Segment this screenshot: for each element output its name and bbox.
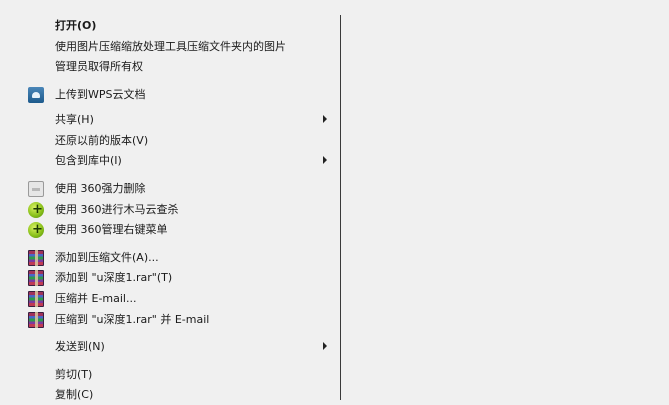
wps-cloud-icon <box>28 87 44 103</box>
menu-item-add-to-rar[interactable]: 添加到 "u深度1.rar"(T) <box>0 268 338 288</box>
menu-item-label: 添加到 "u深度1.rar"(T) <box>55 271 173 284</box>
menu-item-label: 共享(H) <box>55 113 94 126</box>
menu-item-compress-images[interactable]: 使用图片压缩缩放处理工具压缩文件夹内的图片 <box>0 37 338 57</box>
360-security-icon <box>28 202 44 218</box>
menu-item-label: 压缩并 E-mail... <box>55 292 137 305</box>
context-menu: 打开(O) 使用图片压缩缩放处理工具压缩文件夹内的图片 管理员取得所有权 上传到… <box>0 0 340 401</box>
menu-item-compress-email[interactable]: 压缩并 E-mail... <box>0 289 338 309</box>
winrar-icon <box>28 312 44 328</box>
menu-item-label: 剪切(T) <box>55 368 93 381</box>
menu-item-include-library[interactable]: 包含到库中(I) <box>0 151 338 171</box>
menu-item-open[interactable]: 打开(O) <box>0 16 338 36</box>
menu-item-restore-versions[interactable]: 还原以前的版本(V) <box>0 131 338 151</box>
menu-item-label: 压缩到 "u深度1.rar" 并 E-mail <box>55 313 210 326</box>
menu-item-label: 使用 360管理右键菜单 <box>55 223 168 236</box>
menu-item-label: 使用图片压缩缩放处理工具压缩文件夹内的图片 <box>55 40 286 53</box>
menu-divider <box>340 15 341 400</box>
menu-item-add-to-archive[interactable]: 添加到压缩文件(A)... <box>0 248 338 268</box>
menu-item-label: 管理员取得所有权 <box>55 60 143 73</box>
winrar-icon <box>28 250 44 266</box>
menu-item-label: 发送到(N) <box>55 340 105 353</box>
submenu-arrow-icon <box>323 115 327 123</box>
menu-item-compress-rar-email[interactable]: 压缩到 "u深度1.rar" 并 E-mail <box>0 310 338 330</box>
menu-item-label: 上传到WPS云文档 <box>55 88 146 101</box>
menu-item-label: 包含到库中(I) <box>55 154 122 167</box>
menu-item-360-force-delete[interactable]: 使用 360强力删除 <box>0 179 338 199</box>
submenu-arrow-icon <box>323 156 327 164</box>
winrar-icon <box>28 270 44 286</box>
menu-item-cut[interactable]: 剪切(T) <box>0 365 338 385</box>
submenu-arrow-icon <box>323 342 327 350</box>
menu-item-label: 打开(O) <box>55 19 97 32</box>
menu-item-send-to[interactable]: 发送到(N) <box>0 337 338 357</box>
menu-item-360-trojan-scan[interactable]: 使用 360进行木马云查杀 <box>0 200 338 220</box>
menu-item-label: 使用 360进行木马云查杀 <box>55 203 179 216</box>
shredder-icon <box>28 181 44 197</box>
menu-item-copy[interactable]: 复制(C) <box>0 385 338 405</box>
menu-item-label: 使用 360强力删除 <box>55 182 146 195</box>
menu-item-label: 还原以前的版本(V) <box>55 134 149 147</box>
menu-item-label: 添加到压缩文件(A)... <box>55 251 159 264</box>
menu-item-share[interactable]: 共享(H) <box>0 110 338 130</box>
menu-item-take-ownership[interactable]: 管理员取得所有权 <box>0 57 338 77</box>
360-security-icon <box>28 222 44 238</box>
winrar-icon <box>28 291 44 307</box>
menu-item-360-manage-menu[interactable]: 使用 360管理右键菜单 <box>0 220 338 240</box>
menu-item-upload-wps[interactable]: 上传到WPS云文档 <box>0 85 338 105</box>
